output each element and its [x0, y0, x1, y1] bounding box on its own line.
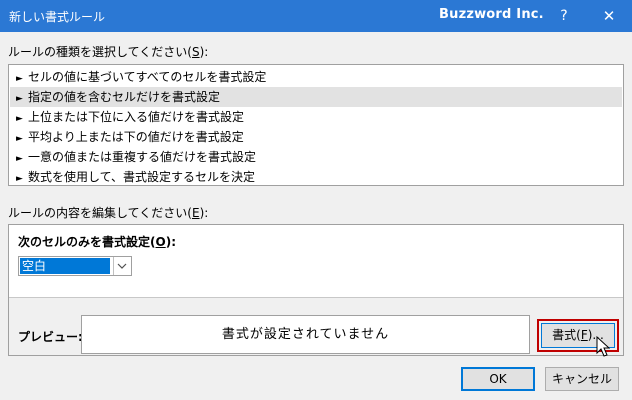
preview-label: プレビュー: — [18, 330, 83, 344]
ok-button[interactable]: OK — [461, 367, 535, 391]
rule-edit-label: ルールの内容を編集してください(E): — [8, 206, 209, 220]
condition-value: 空白 — [20, 258, 110, 274]
arrow-right-icon: ► — [16, 114, 23, 124]
close-button[interactable]: ✕ — [591, 0, 627, 32]
rule-type-item[interactable]: ► 上位または下位に入る値だけを書式設定 — [10, 107, 622, 127]
arrow-right-icon: ► — [16, 174, 23, 184]
window-title: 新しい書式ルール — [9, 10, 106, 24]
rule-type-item[interactable]: ► 平均より上または下の値だけを書式設定 — [10, 127, 622, 147]
preview-box: 書式が設定されていません — [81, 315, 530, 354]
arrow-right-icon: ► — [16, 154, 23, 164]
rule-type-item[interactable]: ► セルの値に基づいてすべてのセルを書式設定 — [10, 67, 622, 87]
rule-type-item[interactable]: ► 一意の値または重複する値だけを書式設定 — [10, 147, 622, 167]
rule-edit-panel: 次のセルのみを書式設定(O): 空白 プレビュー: 書式が設定されていません 書… — [8, 224, 624, 356]
condition-area: 次のセルのみを書式設定(O): 空白 — [9, 225, 623, 298]
cancel-button[interactable]: キャンセル — [545, 367, 619, 391]
arrow-right-icon: ► — [16, 134, 23, 144]
title-bar: 新しい書式ルール Buzzword Inc. ? ✕ — [0, 0, 632, 32]
help-button[interactable]: ? — [546, 0, 582, 32]
arrow-right-icon: ► — [16, 94, 23, 104]
rule-type-label: ルールの種類を選択してください(S): — [8, 45, 209, 59]
mouse-cursor-icon — [596, 336, 610, 357]
brand-label: Buzzword Inc. — [439, 7, 544, 22]
condition-heading: 次のセルのみを書式設定(O): — [18, 235, 176, 249]
rule-type-item[interactable]: ► 数式を使用して、書式設定するセルを決定 — [10, 167, 622, 187]
chevron-down-icon[interactable] — [113, 257, 131, 275]
rule-type-item[interactable]: ► 指定の値を含むセルだけを書式設定 — [10, 87, 622, 107]
condition-dropdown[interactable]: 空白 — [18, 256, 132, 276]
rule-type-list[interactable]: ► セルの値に基づいてすべてのセルを書式設定 ► 指定の値を含むセルだけを書式設定 … — [8, 64, 624, 186]
arrow-right-icon: ► — [16, 74, 23, 84]
